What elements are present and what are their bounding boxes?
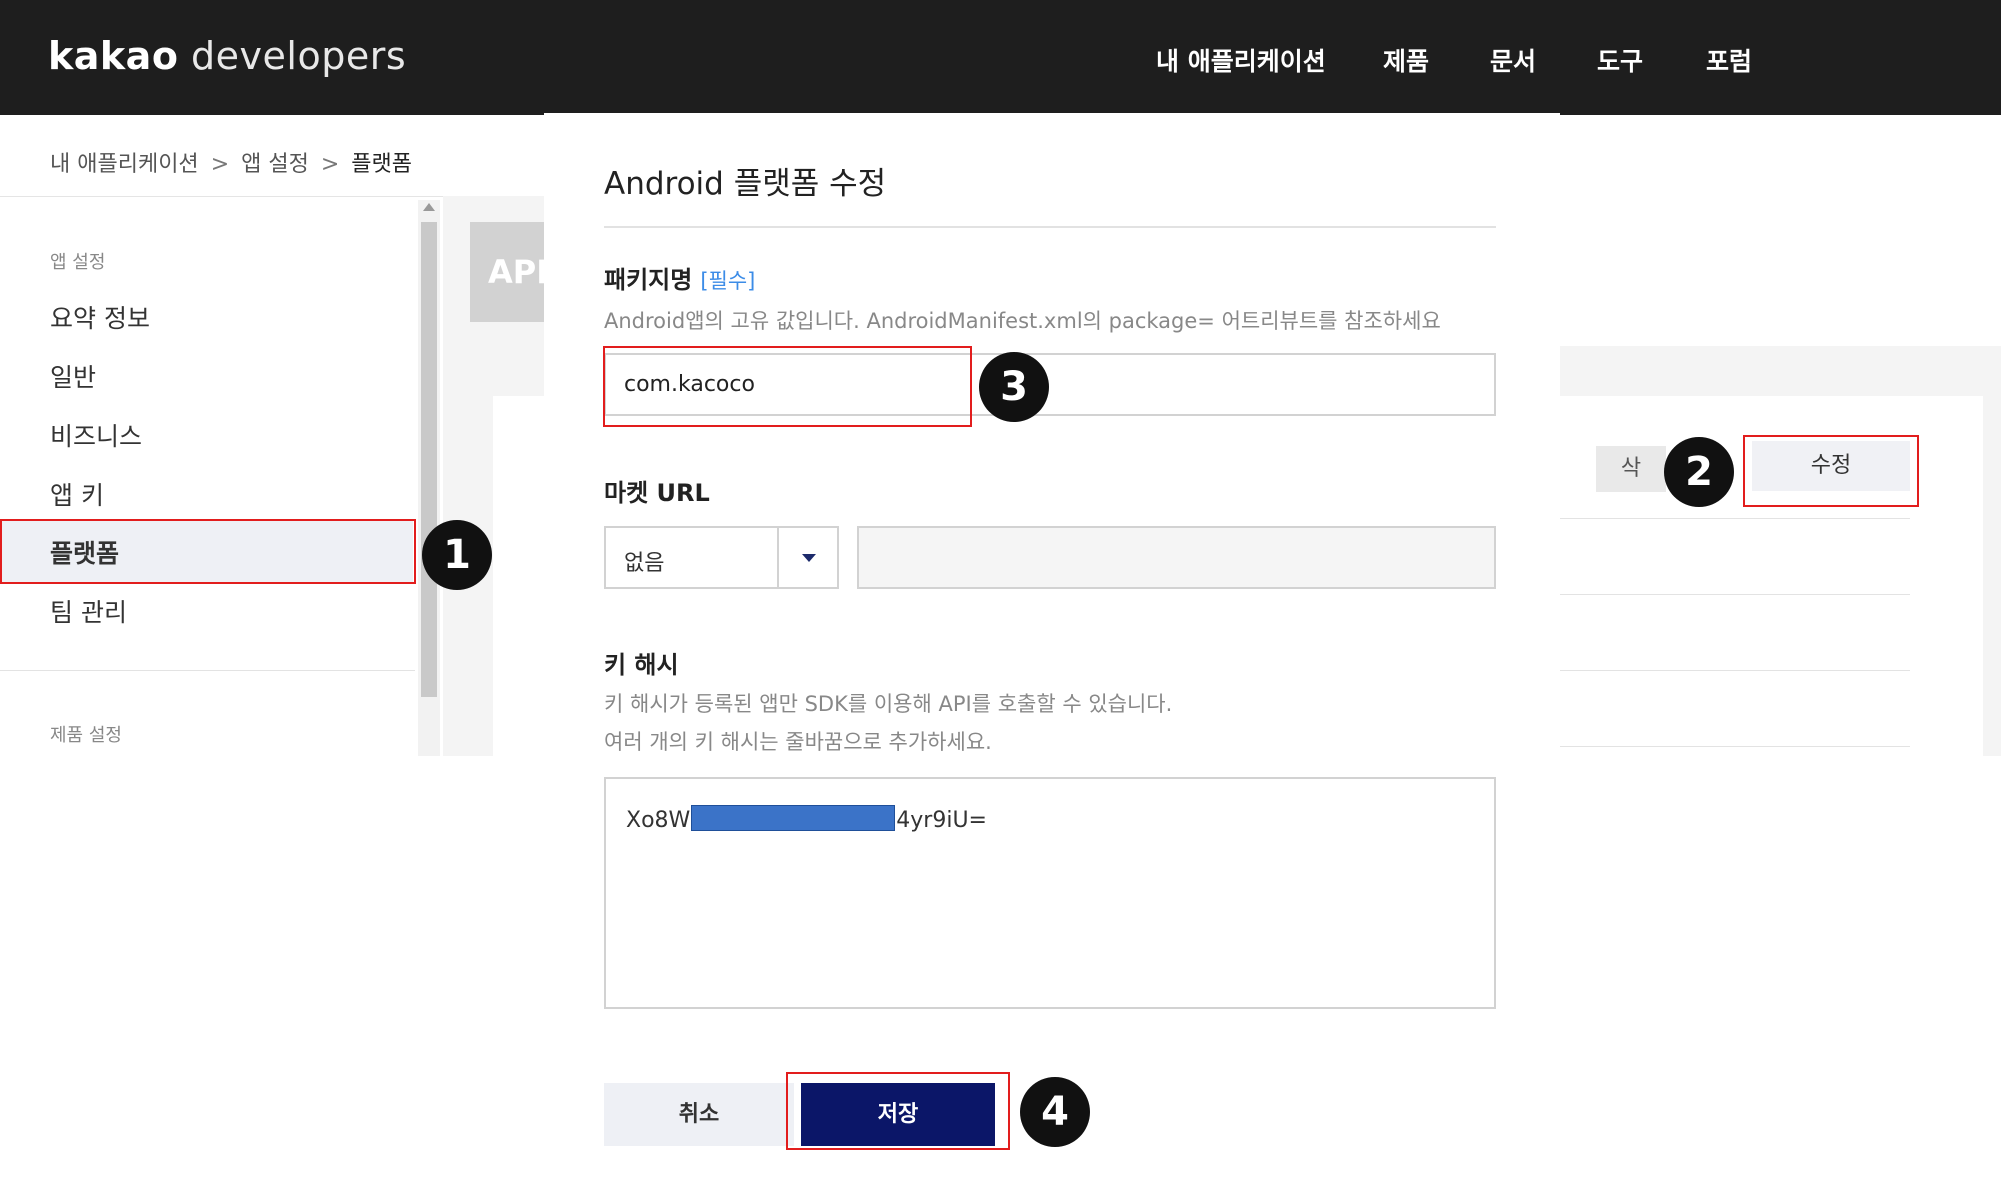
select-divider [777, 528, 779, 587]
highlight-box-save [786, 1072, 1010, 1150]
nav-forum[interactable]: 포럼 [1706, 42, 1752, 78]
highlight-box-edit [1743, 435, 1919, 507]
breadcrumb-platform: 플랫폼 [351, 152, 413, 177]
sidebar-item-team[interactable]: 팀 관리 [50, 593, 127, 629]
sidebar-item-general[interactable]: 일반 [50, 358, 96, 394]
key-hash-textarea[interactable]: Xo8W 4yr9iU= [604, 777, 1496, 1009]
key-hash-help-1: 키 해시가 등록된 앱만 SDK를 이용해 API를 호출할 수 있습니다. [604, 692, 1173, 716]
logo-developers: developers [191, 34, 407, 78]
nav-my-applications[interactable]: 내 애플리케이션 [1156, 42, 1326, 78]
breadcrumb-separator: > [320, 152, 340, 177]
sidebar-item-summary[interactable]: 요약 정보 [50, 299, 150, 335]
key-hash-suffix: 4yr9iU= [896, 808, 987, 833]
scroll-up-icon[interactable] [423, 203, 435, 211]
nav-products[interactable]: 제품 [1383, 42, 1429, 78]
sidebar-divider [0, 670, 415, 671]
breadcrumb-app-settings[interactable]: 앱 설정 [241, 152, 309, 177]
content-header-area [1559, 196, 2001, 346]
key-hash-value: Xo8W 4yr9iU= [626, 805, 987, 833]
market-select-value: 없음 [624, 551, 665, 576]
breadcrumb-my-applications[interactable]: 내 애플리케이션 [50, 152, 199, 177]
highlight-box-platform [0, 519, 416, 584]
row-divider [1560, 594, 1910, 595]
row-divider [1560, 746, 1910, 747]
nav-docs[interactable]: 문서 [1490, 42, 1536, 78]
row-divider [1560, 670, 1910, 671]
step-badge-3: 3 [979, 352, 1049, 422]
caret-down-icon[interactable] [802, 554, 816, 562]
delete-button[interactable]: 삭 [1596, 446, 1666, 492]
row-divider [1560, 518, 1910, 519]
sidebar-section-app-settings: 앱 설정 [50, 252, 106, 273]
key-hash-label: 키 해시 [604, 651, 679, 679]
step-badge-4: 4 [1020, 1077, 1090, 1147]
key-hash-help-2: 여러 개의 키 해시는 줄바꿈으로 추가하세요. [604, 730, 992, 754]
required-link[interactable]: [필수] [700, 269, 755, 293]
sidebar-item-business[interactable]: 비즈니스 [50, 417, 142, 453]
package-name-help: Android앱의 고유 값입니다. AndroidManifest.xml의 … [604, 309, 1441, 333]
market-url-label: 마켓 URL [604, 479, 710, 507]
logo-kakao: kakao [48, 34, 179, 78]
highlight-box-package [603, 346, 972, 427]
market-select[interactable]: 없음 [604, 526, 839, 589]
market-url-input[interactable] [857, 526, 1496, 589]
sidebar-item-app-keys[interactable]: 앱 키 [50, 476, 104, 512]
sidebar-section-product-settings: 제품 설정 [50, 725, 122, 746]
modal-title-divider [604, 226, 1496, 228]
nav-tools[interactable]: 도구 [1597, 42, 1643, 78]
step-badge-1: 1 [422, 520, 492, 590]
package-name-label: 패키지명 [필수] [604, 260, 755, 295]
breadcrumb: 내 애플리케이션 > 앱 설정 > 플랫폼 [50, 146, 412, 178]
kakao-developers-logo[interactable]: kakao developers [48, 34, 406, 78]
modal-title: Android 플랫폼 수정 [604, 166, 887, 202]
step-badge-2: 2 [1664, 437, 1734, 507]
package-name-label-text: 패키지명 [604, 266, 693, 294]
breadcrumb-separator: > [210, 152, 230, 177]
cancel-button[interactable]: 취소 [604, 1083, 794, 1146]
sidebar-scroll-thumb[interactable] [421, 222, 437, 697]
redaction-bar [691, 805, 896, 831]
key-hash-prefix: Xo8W [626, 808, 691, 833]
